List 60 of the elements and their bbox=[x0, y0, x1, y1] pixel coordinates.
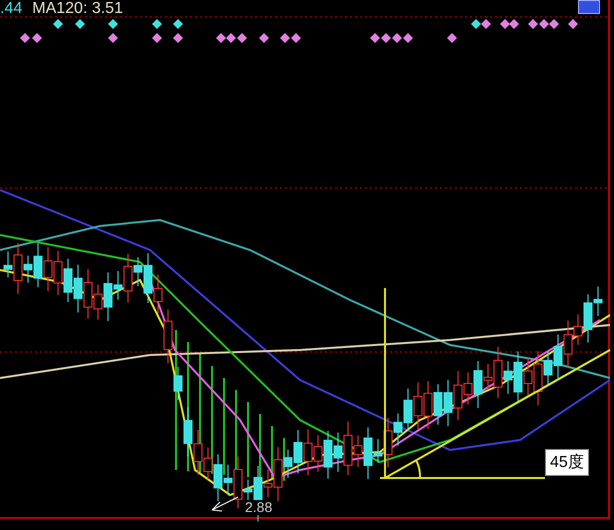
signal-marker bbox=[75, 19, 85, 29]
candle bbox=[84, 268, 92, 320]
signal-marker bbox=[481, 19, 491, 29]
signal-marker bbox=[381, 33, 391, 43]
signal-marker bbox=[20, 33, 30, 43]
signal-marker bbox=[259, 33, 269, 43]
angle-label: 45度 bbox=[545, 449, 589, 476]
signal-marker bbox=[528, 19, 538, 29]
ma-label: MA120: 3.51 bbox=[32, 0, 123, 18]
signal-marker bbox=[173, 33, 183, 43]
candle bbox=[174, 366, 182, 400]
signal-marker bbox=[392, 33, 402, 43]
candle bbox=[304, 428, 312, 476]
candle bbox=[554, 334, 562, 378]
candle bbox=[444, 379, 452, 427]
signal-marker bbox=[216, 33, 226, 43]
candle bbox=[524, 356, 532, 396]
hatch-line bbox=[271, 426, 273, 480]
signal-marker bbox=[53, 19, 63, 29]
window-button[interactable] bbox=[578, 0, 600, 14]
signal-marker bbox=[447, 33, 457, 43]
signal-marker bbox=[549, 19, 559, 29]
candle bbox=[64, 258, 72, 303]
candle bbox=[324, 430, 332, 480]
candle bbox=[74, 264, 82, 313]
signal-marker bbox=[500, 19, 510, 29]
signal-marker bbox=[32, 33, 42, 43]
signal-marker bbox=[403, 33, 413, 43]
candle bbox=[314, 434, 322, 472]
signal-marker bbox=[539, 19, 549, 29]
signal-marker bbox=[291, 33, 301, 43]
candle bbox=[194, 430, 202, 476]
signal-marker bbox=[237, 33, 247, 43]
candle bbox=[154, 274, 162, 314]
ma-value: .44 bbox=[0, 0, 22, 18]
signal-marker bbox=[280, 33, 290, 43]
candle bbox=[334, 432, 342, 472]
hatch-line bbox=[283, 438, 285, 481]
signal-marker bbox=[226, 33, 236, 43]
signal-marker bbox=[173, 19, 183, 29]
candle bbox=[184, 406, 192, 457]
pointer-arrow-icon bbox=[212, 496, 238, 512]
candle bbox=[414, 382, 422, 430]
candle bbox=[434, 384, 442, 426]
signal-marker bbox=[568, 19, 578, 29]
signal-marker bbox=[370, 33, 380, 43]
signal-marker bbox=[152, 33, 162, 43]
candle bbox=[404, 388, 412, 432]
signal-marker bbox=[509, 19, 519, 29]
signal-marker bbox=[108, 33, 118, 43]
signal-marker bbox=[152, 19, 162, 29]
candle bbox=[164, 308, 172, 364]
signal-marker bbox=[471, 19, 481, 29]
hatch-line bbox=[259, 414, 261, 478]
signal-marker bbox=[108, 19, 118, 29]
candle bbox=[94, 284, 102, 320]
candle bbox=[54, 250, 62, 296]
low-price-label: 2.88 bbox=[244, 500, 274, 515]
candle bbox=[44, 246, 52, 292]
candle bbox=[424, 380, 432, 430]
